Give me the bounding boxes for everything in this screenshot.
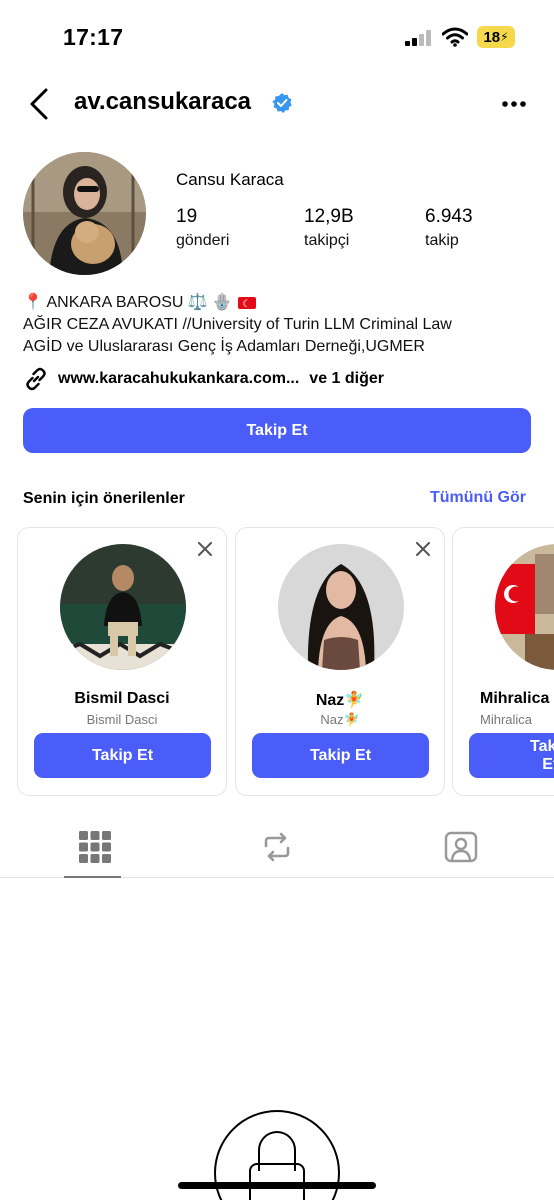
profile-bio: 📍 ANKARA BAROSU ⚖️ 🪬 AĞIR CEZA AVUKATI /… [23, 292, 538, 358]
bio-line-3: AGİD ve Uluslararası Genç İş Adamları De… [23, 338, 425, 355]
follow-button[interactable]: Takip Et [23, 408, 531, 453]
suggestion-follow-button[interactable]: Takip Et [469, 733, 554, 778]
following-label: takip [425, 232, 459, 249]
profile-header: av.cansukaraca [0, 80, 554, 128]
stat-posts[interactable]: 19 gönderi [176, 206, 229, 250]
suggestion-name: Naz🧚 [315, 692, 365, 709]
wifi-icon [442, 27, 468, 47]
profile-full-name: Cansu Karaca [176, 170, 284, 189]
suggestion-subtitle: Bismil Dasci [86, 712, 158, 727]
bio-line-1: 📍 ANKARA BAROSU ⚖️ 🪬 [23, 292, 538, 316]
profile-photo [23, 152, 146, 275]
posts-label: gönderi [176, 232, 230, 249]
suggestion-name: Bismil Dasci [74, 690, 170, 707]
bio-line-2: AĞIR CEZA AVUKATI //University of Turin … [23, 316, 452, 333]
suggestion-subtitle: Mihralica [480, 712, 533, 727]
stat-followers[interactable]: 12,9B takipçi [304, 206, 354, 250]
suggestion-avatar[interactable] [60, 544, 186, 670]
close-icon[interactable] [416, 542, 430, 556]
active-tab-indicator [64, 876, 121, 878]
more-options-icon[interactable] [501, 100, 527, 108]
suggestion-follow-button[interactable]: Takip Et [252, 733, 429, 778]
following-count: 6.943 [425, 206, 473, 227]
more-links[interactable]: ve 1 diğer [309, 370, 384, 388]
back-arrow-icon[interactable] [26, 86, 54, 122]
tagged-icon[interactable] [444, 830, 478, 864]
bio-line-1-text: 📍 ANKARA BAROSU ⚖️ 🪬 [23, 294, 233, 311]
followers-count: 12,9B [304, 206, 354, 227]
suggestion-card[interactable]: Mihralica Mihralica Takip Et [452, 527, 554, 796]
verified-badge-icon [272, 93, 292, 113]
charging-bolt-icon: ⚡ [500, 30, 509, 44]
status-time: 17:17 [63, 24, 124, 50]
suggestion-follow-button[interactable]: Takip Et [34, 733, 211, 778]
see-all-link[interactable]: Tümünü Gör [430, 489, 526, 507]
stat-following[interactable]: 6.943 takip [425, 206, 473, 250]
suggestions-title: Senin için önerilenler [23, 490, 185, 507]
battery-level: 18 [483, 28, 501, 46]
close-icon[interactable] [198, 542, 212, 556]
suggestion-avatar[interactable] [278, 544, 404, 670]
turkey-flag-icon [238, 294, 257, 316]
profile-link-row[interactable]: www.karacahukukankara.com... ve 1 diğer [23, 366, 384, 392]
repost-icon[interactable] [260, 830, 294, 864]
suggestion-photo [278, 544, 404, 670]
cellular-signal-icon [405, 30, 431, 46]
suggestion-subtitle: Naz🧚 [320, 712, 360, 727]
status-bar: 17:17 18 ⚡ [0, 0, 554, 74]
profile-tabs [0, 820, 554, 878]
suggestion-card[interactable]: Naz🧚 Naz🧚 Takip Et [235, 527, 445, 796]
followers-label: takipçi [304, 232, 350, 249]
suggestion-avatar[interactable] [495, 544, 554, 670]
profile-username: av.cansukaraca [74, 88, 252, 115]
profile-avatar[interactable] [23, 152, 146, 275]
home-indicator[interactable] [178, 1182, 376, 1189]
link-icon [26, 367, 46, 391]
suggestion-photo [495, 544, 554, 670]
grid-icon[interactable] [78, 830, 112, 864]
suggestion-name: Mihralica [480, 690, 550, 707]
battery-indicator: 18 ⚡ [477, 26, 515, 48]
suggestion-card[interactable]: Bismil Dasci Bismil Dasci Takip Et [17, 527, 227, 796]
profile-website-link[interactable]: www.karacahukukankara.com... [58, 370, 299, 388]
posts-count: 19 [176, 206, 198, 227]
suggestion-photo [60, 544, 186, 670]
